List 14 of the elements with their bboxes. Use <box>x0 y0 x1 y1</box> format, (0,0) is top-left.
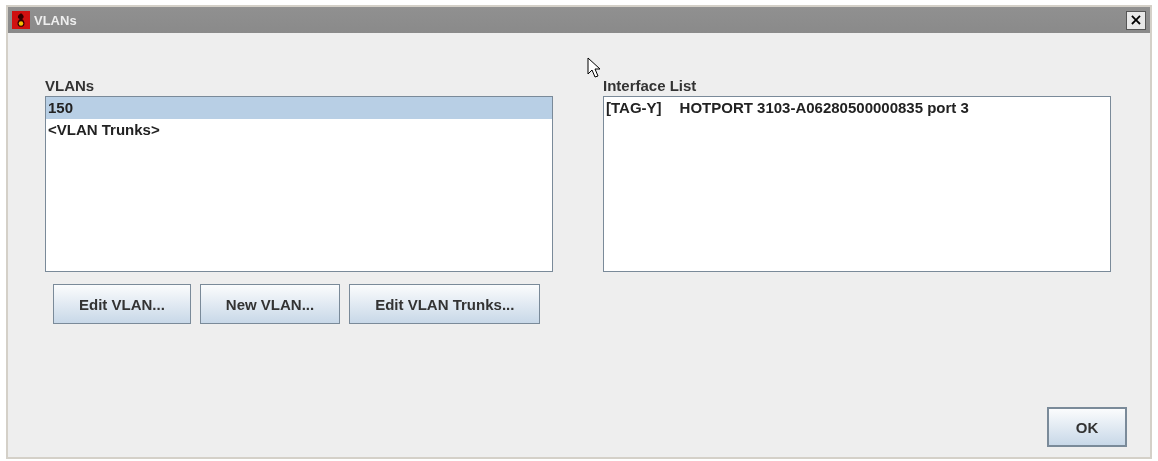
vlan-list-item[interactable]: 150 <box>46 97 552 119</box>
mouse-cursor-icon <box>587 57 601 79</box>
interface-list-label: Interface List <box>603 77 698 94</box>
dialog-button[interactable]: Edit VLAN... <box>53 284 191 324</box>
vlan-list-item[interactable]: <VLAN Trunks> <box>46 119 552 141</box>
window-title: VLANs <box>34 12 78 28</box>
dialog-button[interactable]: New VLAN... <box>199 284 341 324</box>
flame-logo-icon <box>12 11 30 29</box>
vlans-label: VLANs <box>45 77 96 94</box>
ok-button[interactable]: OK <box>1047 407 1127 447</box>
dialog-button[interactable]: Edit VLAN Trunks... <box>349 284 541 324</box>
interface-name[interactable]: HOTPORT 3103-A06280500000835 port 3 <box>679 101 969 115</box>
interface-tag: [TAG-Y] <box>606 101 662 115</box>
close-button[interactable]: × <box>1126 10 1146 30</box>
